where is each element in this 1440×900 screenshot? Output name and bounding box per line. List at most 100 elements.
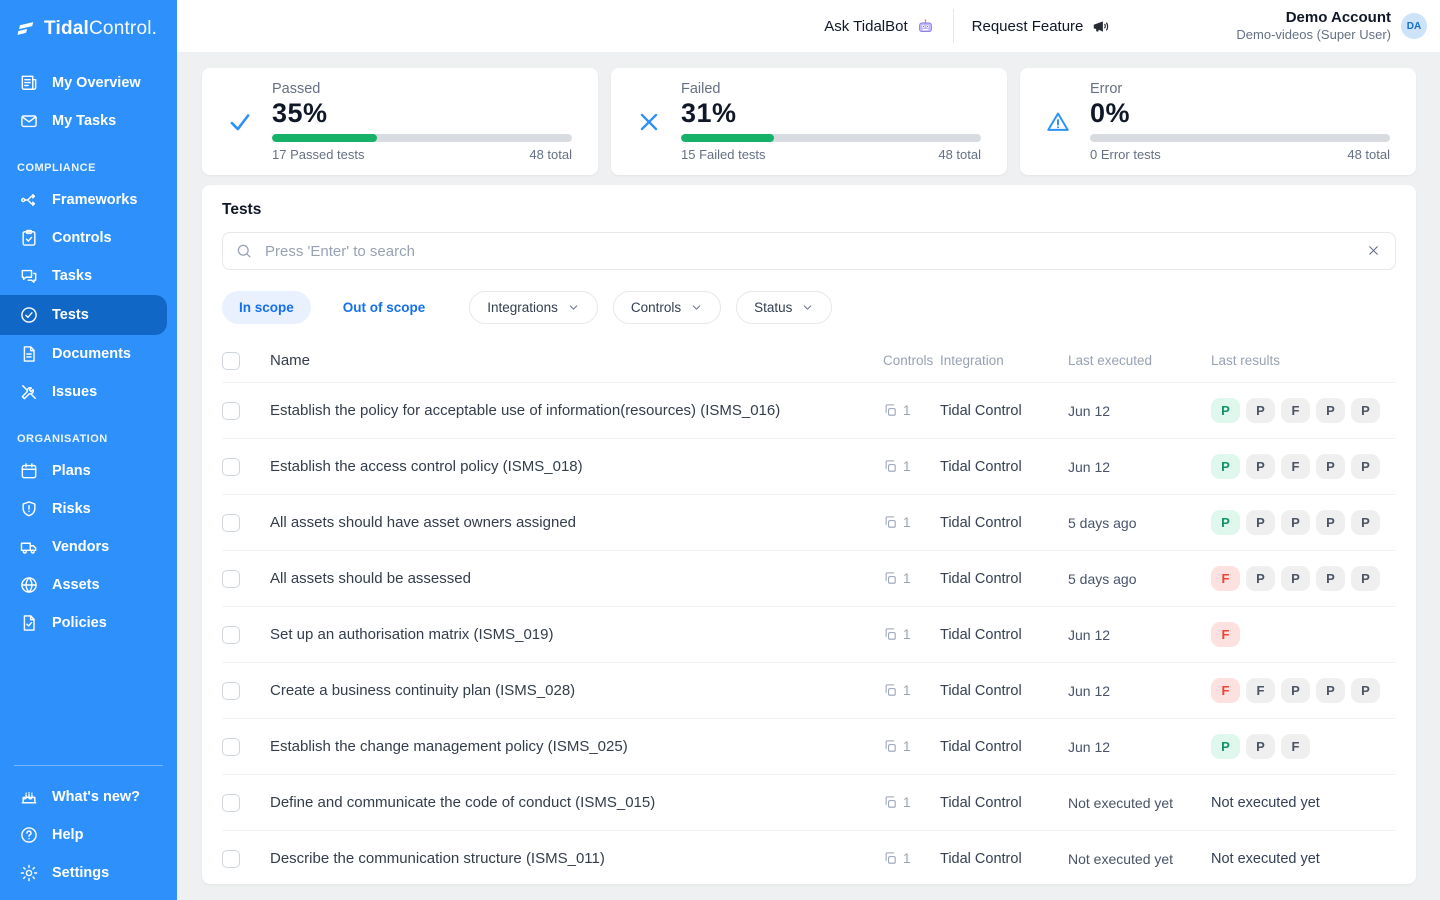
tests-title: Tests (222, 201, 1396, 219)
last-executed: Not executed yet (1068, 851, 1211, 867)
sidebar-item-what-s-new[interactable]: What's new? (0, 778, 177, 816)
result-badge: F (1246, 678, 1275, 703)
sidebar-item-frameworks[interactable]: Frameworks (0, 181, 177, 219)
result-badge: F (1211, 678, 1240, 703)
controls-filter-dropdown[interactable]: Controls (613, 291, 721, 324)
last-executed: Jun 12 (1068, 683, 1211, 699)
result-badge: F (1211, 622, 1240, 647)
filter-row: In scope Out of scope Integrations Contr… (222, 291, 1396, 324)
table-row[interactable]: Establish the change management policy (… (222, 719, 1396, 775)
table-row[interactable]: All assets should have asset owners assi… (222, 495, 1396, 551)
table-row[interactable]: Describe the communication structure (IS… (222, 831, 1396, 884)
status-filter-dropdown[interactable]: Status (736, 291, 832, 324)
integration-name: Tidal Control (940, 627, 1068, 643)
select-all-checkbox[interactable] (222, 352, 240, 370)
row-checkbox[interactable] (222, 682, 240, 700)
sidebar-item-policies[interactable]: Policies (0, 604, 177, 642)
sidebar-item-label: Controls (52, 230, 112, 246)
stat-label: Passed (272, 81, 572, 97)
file-text-icon (19, 344, 39, 364)
test-name[interactable]: Describe the communication structure (IS… (270, 850, 883, 867)
last-executed: Not executed yet (1068, 795, 1211, 811)
last-results: PPFPP (1211, 398, 1396, 423)
controls-count: 1 (883, 627, 940, 642)
row-checkbox[interactable] (222, 570, 240, 588)
clipboard-check-icon (19, 228, 39, 248)
controls-count: 1 (883, 459, 940, 474)
test-name[interactable]: Establish the access control policy (ISM… (270, 458, 883, 475)
table-row[interactable]: All assets should be assessed 1 Tidal Co… (222, 551, 1396, 607)
result-badge: P (1316, 398, 1345, 423)
table-header: Name Controls Integration Last executed … (222, 339, 1396, 383)
request-feature-button[interactable]: Request Feature (972, 17, 1111, 36)
clipboard-icon (883, 739, 898, 754)
stat-value: 0% (1090, 97, 1390, 129)
row-checkbox[interactable] (222, 458, 240, 476)
sidebar-item-settings[interactable]: Settings (0, 854, 177, 892)
chevron-down-icon (567, 301, 580, 314)
result-badge: P (1351, 510, 1380, 535)
sidebar-item-label: My Overview (52, 75, 141, 91)
controls-count: 1 (883, 403, 940, 418)
stat-label: Error (1090, 81, 1390, 97)
sidebar: TidalControl. My OverviewMy TasksCOMPLIA… (0, 0, 177, 900)
test-name[interactable]: Create a business continuity plan (ISMS_… (270, 682, 883, 699)
last-results: FPPPP (1211, 566, 1396, 591)
last-executed: 5 days ago (1068, 515, 1211, 531)
sidebar-item-label: Plans (52, 463, 91, 479)
clear-search-icon[interactable] (1364, 241, 1384, 261)
table-row[interactable]: Set up an authorisation matrix (ISMS_019… (222, 607, 1396, 663)
stat-total: 48 total (529, 147, 572, 162)
stat-count: 0 Error tests (1090, 147, 1161, 162)
row-checkbox[interactable] (222, 514, 240, 532)
row-checkbox[interactable] (222, 738, 240, 756)
sidebar-item-issues[interactable]: Issues (0, 373, 177, 411)
scope-tab-out-of-scope[interactable]: Out of scope (326, 291, 443, 324)
sidebar-item-my-overview[interactable]: My Overview (0, 64, 177, 102)
row-checkbox[interactable] (222, 626, 240, 644)
result-badge: P (1351, 566, 1380, 591)
file-check-icon (19, 613, 39, 633)
ask-tidalbot-button[interactable]: Ask TidalBot (824, 17, 934, 36)
sidebar-item-plans[interactable]: Plans (0, 452, 177, 490)
scope-tab-in-scope[interactable]: In scope (222, 291, 311, 324)
ask-tidalbot-label: Ask TidalBot (824, 18, 907, 35)
controls-count: 1 (883, 571, 940, 586)
sidebar-item-help[interactable]: Help (0, 816, 177, 854)
sidebar-item-risks[interactable]: Risks (0, 490, 177, 528)
app-logo[interactable]: TidalControl. (0, 0, 177, 50)
result-badge: P (1351, 454, 1380, 479)
sidebar-item-assets[interactable]: Assets (0, 566, 177, 604)
test-name[interactable]: Establish the change management policy (… (270, 738, 883, 755)
sidebar-item-tasks[interactable]: Tasks (0, 257, 177, 295)
table-row[interactable]: Establish the policy for acceptable use … (222, 383, 1396, 439)
stat-count: 15 Failed tests (681, 147, 766, 162)
table-row[interactable]: Create a business continuity plan (ISMS_… (222, 663, 1396, 719)
sidebar-item-my-tasks[interactable]: My Tasks (0, 102, 177, 140)
last-executed: Jun 12 (1068, 627, 1211, 643)
test-name[interactable]: Set up an authorisation matrix (ISMS_019… (270, 626, 883, 643)
row-checkbox[interactable] (222, 402, 240, 420)
sidebar-item-vendors[interactable]: Vendors (0, 528, 177, 566)
result-badge: P (1316, 678, 1345, 703)
sidebar-item-controls[interactable]: Controls (0, 219, 177, 257)
avatar[interactable]: DA (1401, 13, 1427, 39)
row-checkbox[interactable] (222, 850, 240, 868)
sidebar-item-tests[interactable]: Tests (0, 295, 167, 335)
table-row[interactable]: Define and communicate the code of condu… (222, 775, 1396, 831)
controls-count: 1 (883, 739, 940, 754)
integrations-filter-dropdown[interactable]: Integrations (469, 291, 598, 324)
result-badge: P (1316, 566, 1345, 591)
row-checkbox[interactable] (222, 794, 240, 812)
calendar-icon (19, 461, 39, 481)
table-row[interactable]: Establish the access control policy (ISM… (222, 439, 1396, 495)
test-name[interactable]: Establish the policy for acceptable use … (270, 402, 883, 419)
column-header-last-results: Last results (1211, 353, 1396, 368)
test-name[interactable]: All assets should be assessed (270, 570, 883, 587)
search-input[interactable] (222, 232, 1396, 270)
last-results: PPF (1211, 734, 1396, 759)
test-name[interactable]: All assets should have asset owners assi… (270, 514, 883, 531)
sidebar-item-documents[interactable]: Documents (0, 335, 177, 373)
test-name[interactable]: Define and communicate the code of condu… (270, 794, 883, 811)
account-menu[interactable]: Demo Account Demo-videos (Super User) DA (1236, 9, 1427, 44)
